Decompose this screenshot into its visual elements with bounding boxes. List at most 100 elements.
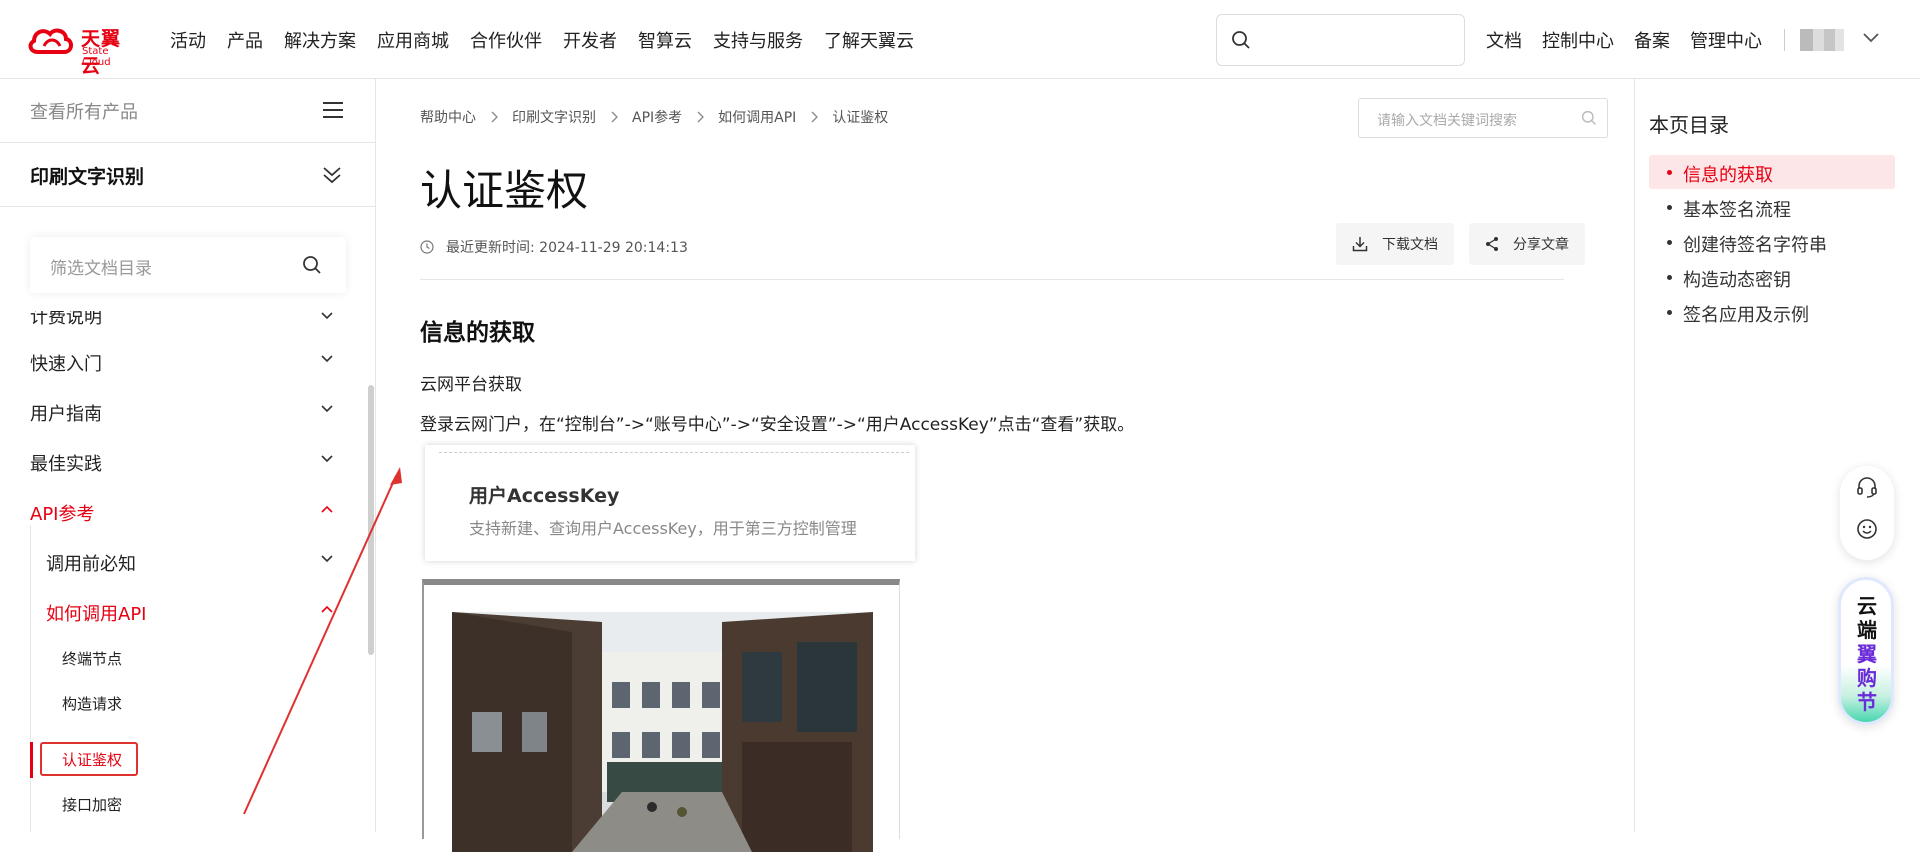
sidebar-item-label: 最佳实践 [30, 454, 102, 475]
page-title: 认证鉴权 [420, 166, 589, 215]
nav-item-support[interactable]: 支持与服务 [713, 27, 803, 53]
breadcrumb-item[interactable]: 如何调用API [718, 107, 796, 127]
toc-item-string-to-sign[interactable]: 创建待签名字符串 [1649, 225, 1895, 259]
chevron-right-icon [811, 111, 819, 123]
smile-icon[interactable] [1856, 518, 1878, 540]
nav-item-filing[interactable]: 备案 [1634, 27, 1670, 53]
nav-item-app-store[interactable]: 应用商城 [377, 27, 449, 53]
sidebar-item-label: 接口加密 [62, 796, 123, 814]
chevron-right-icon [697, 111, 705, 123]
avatar[interactable] [1800, 29, 1844, 51]
sidebar-item-billing[interactable]: 计费说明 [0, 311, 370, 333]
all-products-label: 查看所有产品 [30, 102, 138, 123]
cloud-logo-icon [28, 28, 73, 54]
breadcrumb-item[interactable]: 帮助中心 [420, 107, 476, 127]
product-selector[interactable]: 印刷文字识别 [0, 143, 375, 207]
download-icon [1352, 237, 1368, 252]
divider [420, 279, 1564, 280]
paragraph: 登录云网门户，在“控制台”->“账号中心”->“安全设置”->“用户Access… [420, 415, 1135, 435]
sidebar-item-quickstart[interactable]: 快速入门 [0, 342, 370, 382]
share-article-button[interactable]: 分享文章 [1469, 223, 1585, 265]
annotation-arrow [243, 467, 402, 815]
product-name: 印刷文字识别 [30, 166, 145, 188]
share-article-label: 分享文章 [1513, 237, 1569, 253]
all-products-toggle[interactable]: 查看所有产品 [0, 79, 375, 143]
sidebar-item-label: 终端节点 [62, 650, 123, 668]
nav-item-console[interactable]: 控制中心 [1542, 27, 1614, 53]
sidebar-item-label: 用户指南 [30, 404, 102, 425]
toc-title: 本页目录 [1649, 113, 1729, 137]
main-nav: 活动 产品 解决方案 应用商城 合作伙伴 开发者 智算云 支持与服务 了解天翼云 [170, 27, 935, 53]
filter-doc-input[interactable]: 筛选文档目录 [30, 237, 346, 293]
toc-item-label: 构造动态密钥 [1683, 270, 1791, 291]
chevron-down-icon [321, 355, 333, 363]
nav-item-activities[interactable]: 活动 [170, 27, 206, 53]
promo-float-banner[interactable]: 云端 翼购节 [1838, 577, 1894, 725]
nav-item-ai-cloud[interactable]: 智算云 [638, 27, 692, 53]
bullet [1667, 310, 1672, 315]
breadcrumb-item[interactable]: API参考 [632, 107, 682, 127]
doc-search-placeholder: 请输入文档关键词搜索 [1377, 113, 1517, 129]
bullet [1667, 240, 1672, 245]
search-icon [303, 256, 321, 274]
search-icon [1581, 110, 1596, 125]
doc-search-input[interactable]: 请输入文档关键词搜索 [1358, 98, 1608, 138]
toc-item-label: 基本签名流程 [1683, 200, 1791, 221]
logo-text-en: State Cloud [82, 46, 111, 68]
toc-item-info[interactable]: 信息的获取 [1649, 155, 1895, 189]
bullet [1667, 275, 1672, 280]
street-photo-image [452, 612, 873, 852]
nav-item-solutions[interactable]: 解决方案 [284, 27, 356, 53]
last-updated: 最近更新时间: 2024-11-29 20:14:13 [420, 237, 688, 257]
top-header: 天翼云 State Cloud 活动 产品 解决方案 应用商城 合作伙伴 开发者… [0, 0, 1920, 79]
sidebar-item-user-guide[interactable]: 用户指南 [0, 392, 370, 432]
double-chevron-down-icon [323, 167, 341, 184]
nav-item-about[interactable]: 了解天翼云 [824, 27, 914, 53]
paragraph: 云网平台获取 [420, 375, 522, 395]
sidebar-item-label: 认证鉴权 [62, 751, 123, 769]
bullet [1667, 205, 1672, 210]
menu-icon [323, 102, 343, 118]
chevron-down-icon[interactable] [1862, 30, 1880, 44]
sidebar-item-label: 构造请求 [62, 695, 123, 713]
promo-line-1: 云端 [1857, 594, 1877, 642]
nav-item-developers[interactable]: 开发者 [563, 27, 617, 53]
nav-item-docs[interactable]: 文档 [1486, 27, 1522, 53]
sidebar-item-label: API参考 [30, 504, 95, 525]
toc-item-dynamic-key[interactable]: 构造动态密钥 [1649, 260, 1895, 294]
chevron-down-icon [321, 405, 333, 413]
global-search-input[interactable] [1216, 14, 1465, 66]
download-doc-button[interactable]: 下载文档 [1336, 223, 1454, 265]
chevron-right-icon [611, 111, 618, 123]
nav-item-partners[interactable]: 合作伙伴 [470, 27, 542, 53]
sidebar-item-label: 如何调用API [46, 604, 147, 625]
chevron-right-icon [491, 111, 498, 123]
card-title: 用户AccessKey [469, 485, 620, 507]
breadcrumb-item[interactable]: 印刷文字识别 [512, 107, 596, 127]
sidebar-item-label: 计费说明 [30, 311, 102, 328]
breadcrumb: 帮助中心 印刷文字识别 API参考 如何调用API 认证鉴权 [420, 107, 888, 127]
nav-item-management[interactable]: 管理中心 [1690, 27, 1762, 53]
nav-item-products[interactable]: 产品 [227, 27, 263, 53]
toc-item-basic-flow[interactable]: 基本签名流程 [1649, 190, 1895, 224]
breadcrumb-current: 认证鉴权 [832, 110, 889, 126]
floating-tools [1840, 466, 1894, 560]
card-description: 支持新建、查询用户AccessKey，用于第三方控制管理 [469, 519, 857, 538]
toc-item-examples[interactable]: 签名应用及示例 [1649, 295, 1895, 329]
share-icon [1486, 237, 1498, 251]
accesskey-screenshot-card: 用户AccessKey 支持新建、查询用户AccessKey，用于第三方控制管理 [425, 445, 915, 561]
toc-item-label: 签名应用及示例 [1683, 305, 1809, 326]
divider [1784, 29, 1785, 51]
toc-item-label: 信息的获取 [1683, 165, 1773, 186]
tianyi-cloud-logo[interactable]: 天翼云 State Cloud [26, 22, 140, 77]
section-heading: 信息的获取 [420, 320, 535, 346]
header-right-nav: 文档 控制中心 备案 管理中心 [1486, 27, 1805, 53]
download-doc-label: 下载文档 [1382, 237, 1438, 253]
doc-content: 帮助中心 印刷文字识别 API参考 如何调用API 认证鉴权 请输入文档关键词搜… [243, 79, 1634, 852]
promo-text: 云端 翼购节 [1855, 594, 1879, 714]
sidebar-item-label: 快速入门 [30, 354, 102, 375]
headset-icon[interactable] [1856, 476, 1878, 498]
toc-item-label: 创建待签名字符串 [1683, 235, 1827, 256]
sidebar-item-label: 调用前必知 [46, 554, 136, 575]
chevron-down-icon [321, 312, 333, 320]
